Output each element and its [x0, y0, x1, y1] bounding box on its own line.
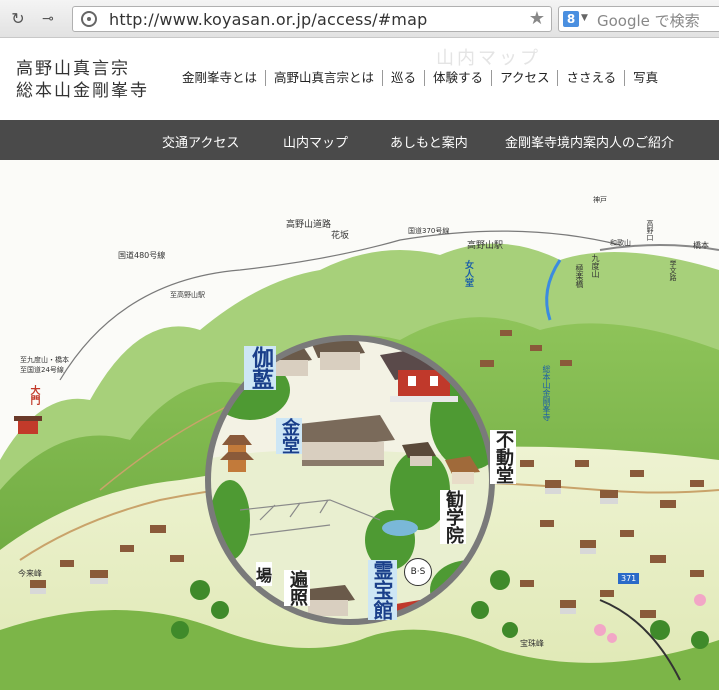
- sub-nav: 交通アクセス 山内マップ あしもと案内 金剛峯寺境内案内人のご紹介: [0, 120, 719, 160]
- subnav-walking-guide[interactable]: あしもと案内: [390, 132, 468, 151]
- label-kobe: 神戸: [593, 196, 607, 204]
- nav-item-shingon[interactable]: 高野山真言宗とは: [265, 70, 382, 86]
- label-wakayama: 和歌山: [610, 239, 631, 247]
- search-box[interactable]: 8 ▼ Google で検索: [558, 6, 719, 32]
- label-nyonindo: 女人堂: [463, 260, 473, 287]
- label-gokuraku: 極楽橋: [575, 264, 584, 288]
- site-logo[interactable]: 高野山真言宗 総本山金剛峯寺: [16, 58, 149, 102]
- label-ba: 場: [256, 562, 273, 586]
- label-reihokan: 霊宝館: [368, 560, 397, 620]
- search-input[interactable]: Google で検索: [597, 10, 700, 31]
- label-kangakuin: 勧学院: [440, 490, 466, 544]
- page-title-watermark: 山内マップ: [436, 48, 541, 69]
- site-header: 高野山真言宗 総本山金剛峯寺 山内マップ 金剛峯寺とは 高野山真言宗とは 巡る …: [0, 38, 719, 120]
- label-hanasaka: 花坂: [331, 231, 350, 241]
- logo-line-1: 高野山真言宗: [16, 59, 130, 79]
- logo-line-2: 総本山金剛峯寺: [16, 81, 149, 101]
- google-icon[interactable]: 8: [563, 11, 579, 27]
- label-koyasan-station: 高野山駅: [467, 241, 504, 251]
- reload-icon[interactable]: ↻: [8, 9, 28, 29]
- label-hokyomine: 宝珠峰: [520, 639, 544, 648]
- chevron-down-icon[interactable]: ▼: [581, 13, 588, 23]
- label-koyasan-road: 高野山道路: [286, 220, 332, 230]
- nav-item-support[interactable]: ささえる: [557, 70, 624, 86]
- nav-item-experience[interactable]: 体験する: [424, 70, 491, 86]
- label-fudodo: 不動堂: [490, 430, 516, 484]
- nav-item-photo[interactable]: 写真: [624, 70, 666, 86]
- label-kondo: 金堂: [276, 418, 302, 454]
- browser-toolbar: ↻ ⊸ http://www.koyasan.or.jp/access/#map…: [0, 0, 719, 38]
- label-daimon: 大門: [28, 385, 39, 405]
- bookmark-star-icon[interactable]: ★: [529, 8, 545, 29]
- subnav-map[interactable]: 山内マップ: [283, 132, 348, 151]
- subnav-transport-access[interactable]: 交通アクセス: [162, 132, 239, 151]
- nav-item-tour[interactable]: 巡る: [382, 70, 424, 86]
- label-kudoyama: 九度山: [591, 254, 600, 278]
- bus-stop-badge: B·S: [404, 558, 432, 586]
- label-route370: 国道370号線: [408, 227, 450, 235]
- mountain-map[interactable]: 高野山道路 花坂 国道370号線 国道480号線 高野山駅 九度山 極楽橋 神戸…: [0, 160, 719, 690]
- label-jingu: 至九度山・橋本: [20, 356, 69, 364]
- nav-item-about[interactable]: 金剛峯寺とは: [174, 70, 265, 86]
- label-route24: 至国道24号線: [20, 366, 64, 374]
- url-text[interactable]: http://www.koyasan.or.jp/access/#map: [109, 10, 427, 29]
- label-route480: 国道480号線: [118, 251, 166, 260]
- label-imaraihou: 今来峰: [18, 569, 42, 578]
- subnav-guide-intro[interactable]: 金剛峯寺境内案内人のご紹介: [505, 132, 674, 151]
- key-icon[interactable]: ⊸: [38, 9, 58, 29]
- label-koya-exit: 高野口: [646, 220, 654, 241]
- label-sokonkai: 総本山金剛峯寺: [542, 365, 551, 421]
- route-371-badge: 371: [618, 573, 640, 584]
- main-nav: 金剛峯寺とは 高野山真言宗とは 巡る 体験する アクセス ささえる 写真: [174, 70, 666, 86]
- site-info-icon[interactable]: [81, 11, 97, 27]
- address-bar[interactable]: http://www.koyasan.or.jp/access/#map ★: [72, 6, 552, 32]
- label-hashimoto: 橋本: [693, 241, 709, 250]
- label-henjo: 遍照: [284, 570, 310, 606]
- nav-item-access[interactable]: アクセス: [491, 70, 557, 86]
- label-shiko-koyasan-station: 至高野山駅: [170, 291, 205, 299]
- label-gakubunro: 学文路: [669, 260, 677, 281]
- label-garan: 伽藍: [244, 346, 276, 390]
